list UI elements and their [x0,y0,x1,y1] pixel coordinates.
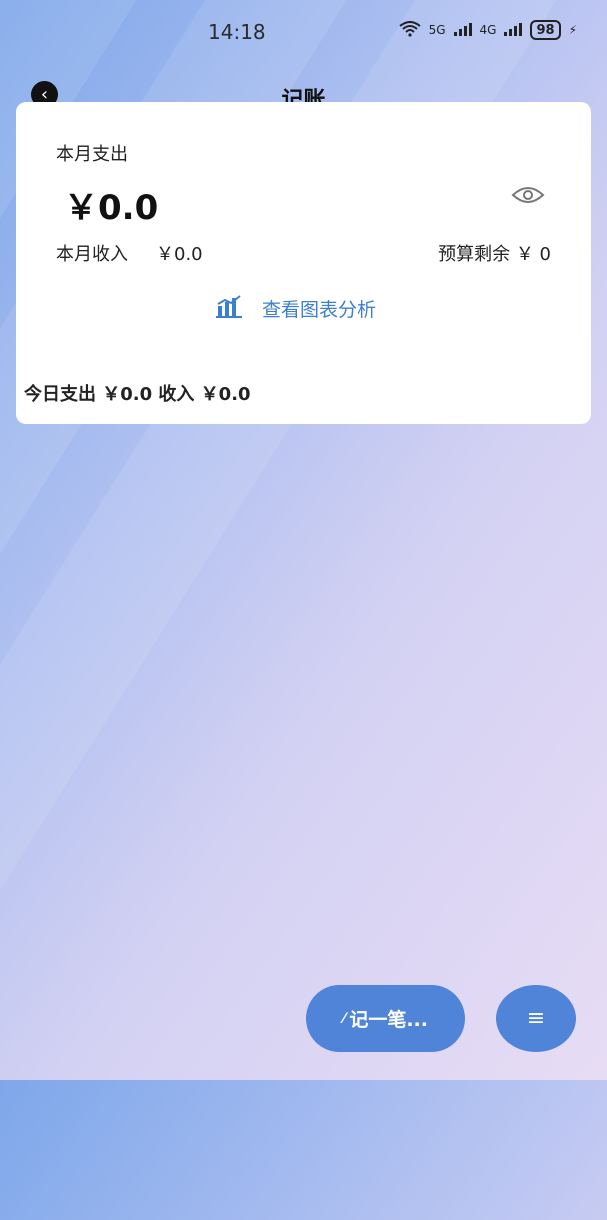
eye-icon[interactable] [511,184,545,206]
chart-link-label: 查看图表分析 [262,299,377,321]
budget-amount: ￥ 0 [515,244,551,265]
wifi-icon [398,20,421,40]
charging-icon: ⚡ [568,23,577,37]
hamburger-icon: ≡ [526,1006,546,1031]
record-entry-label: 记一笔... [349,1009,428,1031]
menu-button[interactable]: ≡ [496,985,576,1052]
battery-icon: 98 [530,20,561,40]
signal-icon [453,22,472,39]
summary-card: 本月支出 ￥0.0 本月收入 ￥0.0 预算剩余 ￥ 0 查看图表分析 今日支出… [16,102,591,424]
chart-analysis-link[interactable]: 查看图表分析 [216,294,376,323]
signal-icon [504,22,523,39]
signal-4g-label: 4G [479,23,497,37]
record-entry-button[interactable]: ⁄ 记一笔... [306,985,465,1052]
status-icons: 5G 4G 98 ⚡ [398,20,577,40]
month-expense-amount: ￥0.0 [64,188,159,228]
month-income-label: 本月收入 [56,244,128,265]
battery-level: 98 [536,22,555,38]
budget-remaining: 预算剩余 ￥ 0 [438,240,551,266]
chart-icon [216,294,242,323]
signal-5g-label: 5G [428,23,446,37]
status-time: 14:18 [208,20,266,44]
status-bar: 14:18 5G 4G 98 ⚡ [0,0,607,60]
month-income-amount: ￥0.0 [156,244,203,265]
today-summary: 今日支出 ￥0.0 收入 ￥0.0 [24,384,251,405]
budget-label: 预算剩余 [438,244,511,265]
pencil-icon: ⁄ [343,1010,346,1027]
month-expense-label: 本月支出 [56,144,128,165]
